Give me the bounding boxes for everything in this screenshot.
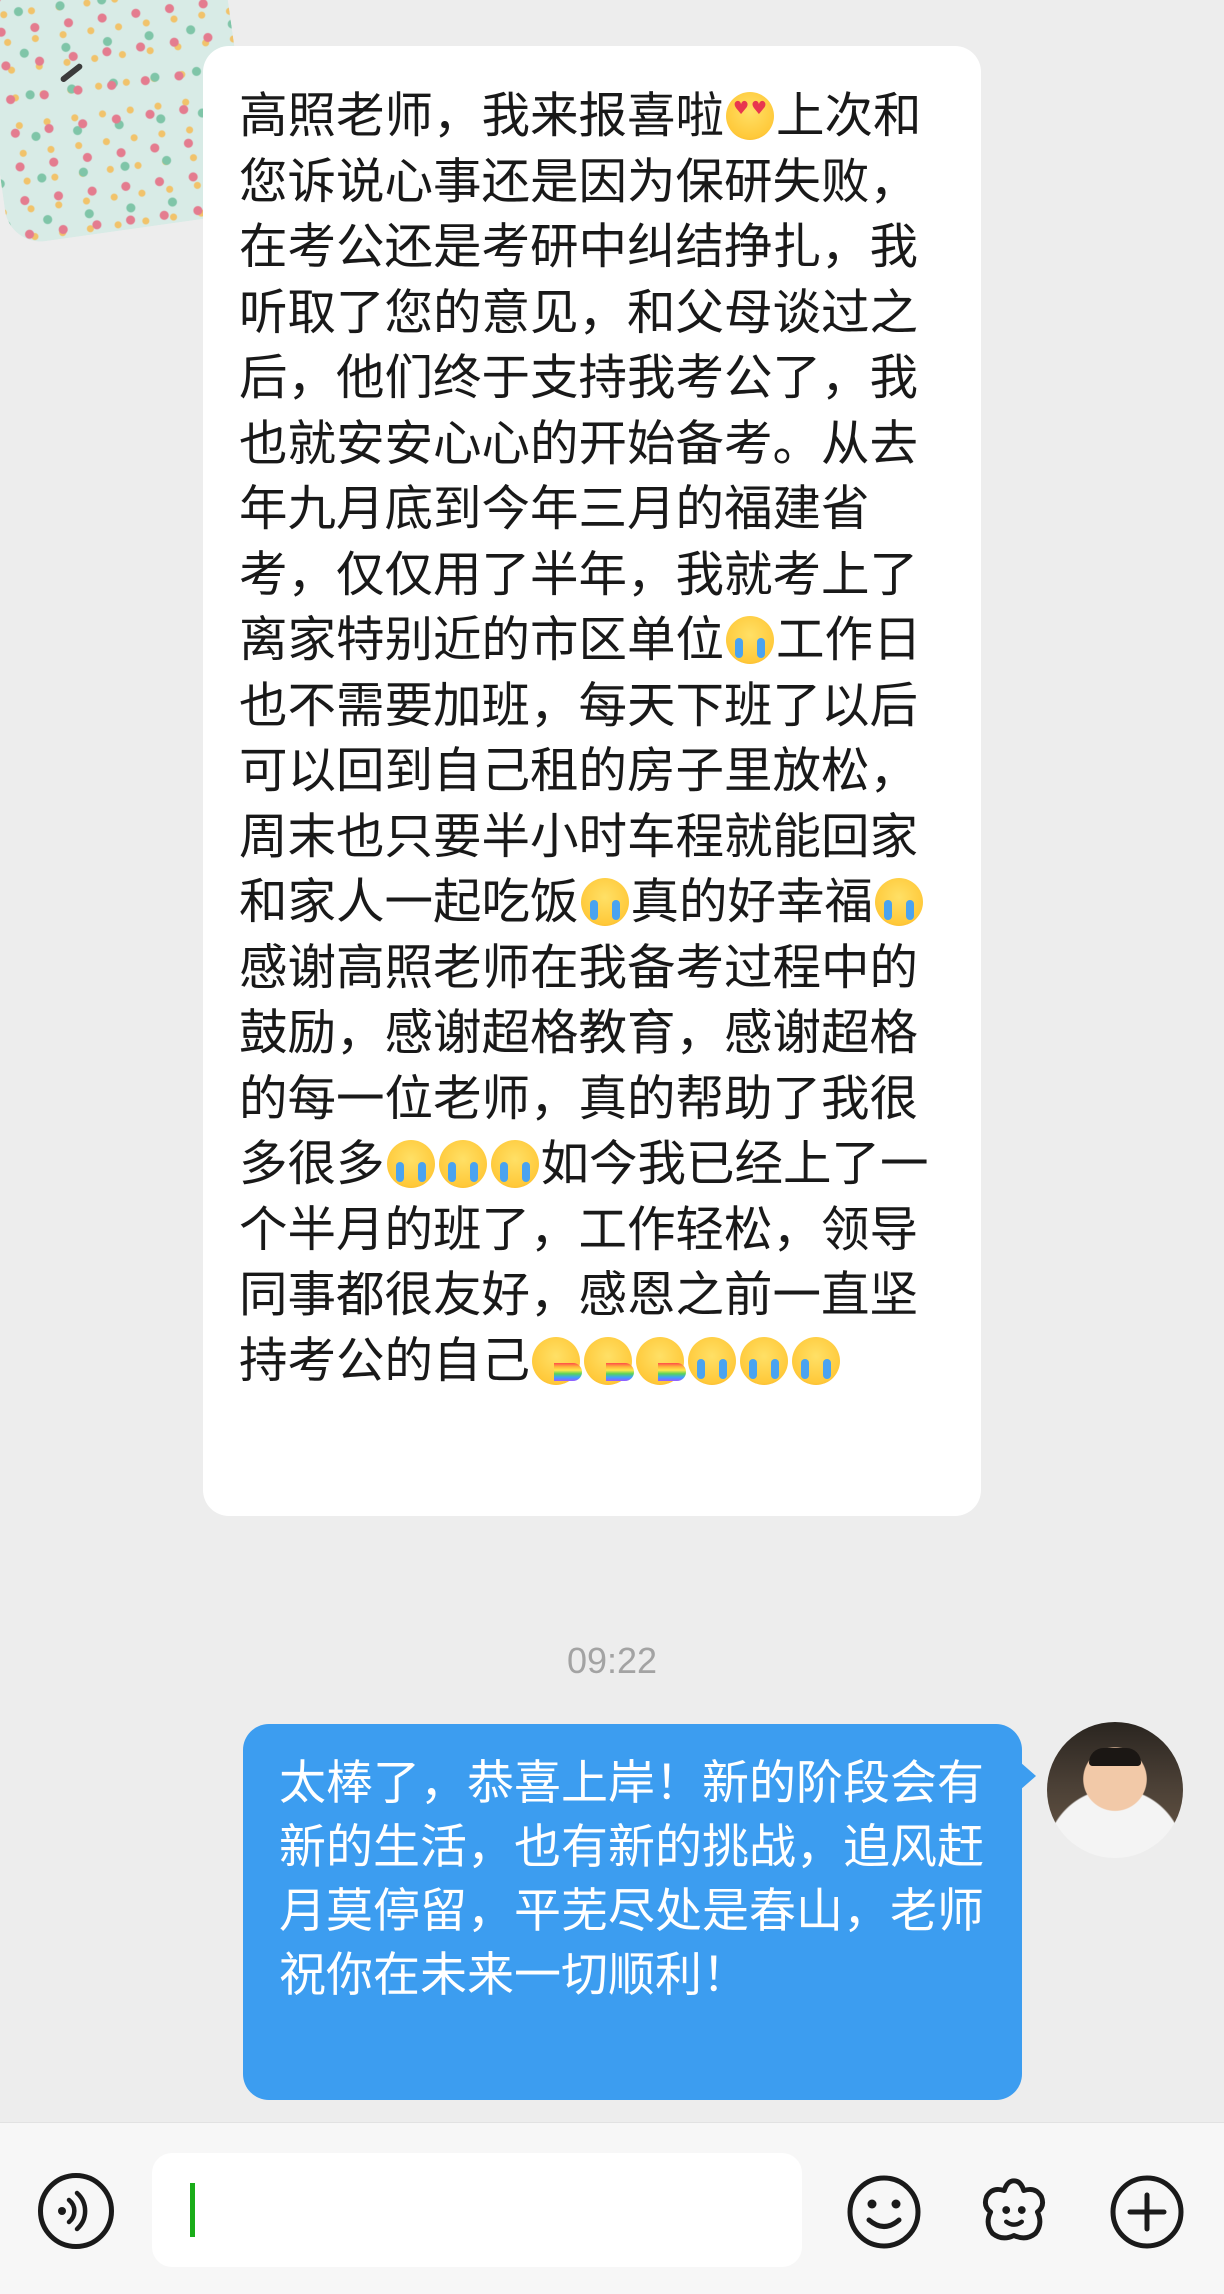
sticker-button[interactable]	[975, 2173, 1053, 2251]
chat-input-bar	[0, 2122, 1224, 2294]
message-text-segment: 上次和您诉说心事还是因为保研失败，在考公还是考研中纠结挣扎，我听取了您的意见，和…	[239, 88, 922, 668]
cry-emoji-icon	[688, 1336, 737, 1385]
cry-emoji-icon	[875, 878, 924, 926]
avatar-hair	[1089, 1748, 1141, 1766]
cry-emoji-icon	[490, 1140, 539, 1188]
message-input[interactable]	[152, 2153, 802, 2267]
sticker-icon	[982, 2178, 1046, 2241]
outgoing-message-bubble[interactable]: 太棒了，恭喜上岸！新的阶段会有新的生活，也有新的挑战，追风赶月莫停留，平芜尽处是…	[243, 1724, 1036, 2100]
cry-emoji-icon	[386, 1140, 435, 1188]
more-options-button[interactable]	[1108, 2173, 1186, 2251]
emoji-icon	[847, 2175, 921, 2249]
love-emoji-icon	[726, 92, 775, 140]
my-avatar[interactable]	[1047, 1722, 1183, 1858]
cry-emoji-icon	[792, 1336, 841, 1385]
outgoing-message-text: 太棒了，恭喜上岸！新的阶段会有新的生活，也有新的挑战，追风赶月莫停留，平芜尽处是…	[279, 1756, 984, 2003]
cry-emoji-icon	[726, 616, 775, 664]
avatar-decoration	[59, 62, 84, 84]
chat-area: 高照老师，我来报喜啦上次和您诉说心事还是因为保研失败，在考公还是考研中纠结挣扎，…	[0, 0, 1224, 2122]
rainbow-emoji-icon	[636, 1336, 687, 1385]
incoming-message-bubble[interactable]: 高照老师，我来报喜啦上次和您诉说心事还是因为保研失败，在考公还是考研中纠结挣扎，…	[203, 46, 981, 1516]
plus-icon	[1110, 2175, 1184, 2249]
message-text-segment: 高照老师，我来报喜啦	[239, 88, 725, 144]
message-text-segment: 真的好幸福	[630, 874, 874, 930]
message-timestamp: 09:22	[566, 1640, 658, 1681]
voice-icon	[58, 2190, 88, 2232]
cry-emoji-icon	[580, 878, 629, 926]
cry-emoji-icon	[740, 1336, 789, 1385]
emoji-button[interactable]	[845, 2173, 923, 2251]
incoming-message-text: 高照老师，我来报喜啦上次和您诉说心事还是因为保研失败，在考公还是考研中纠结挣扎，…	[239, 84, 945, 1394]
rainbow-emoji-icon	[584, 1336, 635, 1385]
voice-input-button[interactable]	[38, 2173, 114, 2249]
cry-emoji-icon	[438, 1140, 487, 1188]
rainbow-emoji-icon	[532, 1336, 583, 1385]
